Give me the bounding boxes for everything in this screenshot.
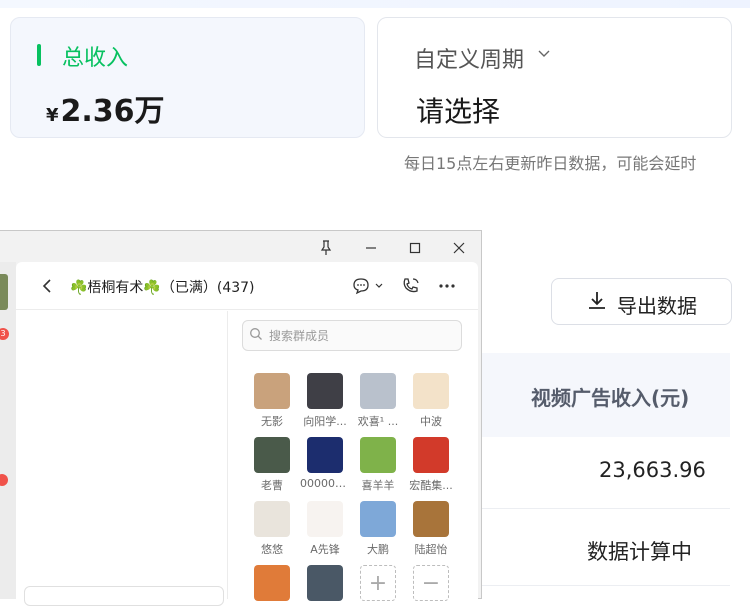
column-header-video-ad-income: 视频广告收入(元) <box>531 386 690 410</box>
phone-icon[interactable] <box>401 277 421 295</box>
member-name: 大鹏 <box>367 543 389 556</box>
search-placeholder: 搜索群成员 <box>269 329 330 343</box>
more-options-icon[interactable] <box>437 277 457 295</box>
avatar <box>307 501 343 537</box>
member-item[interactable]: 000000... <box>300 437 350 490</box>
minus-icon: − <box>413 565 449 601</box>
maximize-icon[interactable] <box>405 238 425 258</box>
member-item[interactable]: 悠悠 <box>247 501 297 557</box>
income-title: 总收入 <box>62 46 129 71</box>
search-icon <box>250 328 262 340</box>
member-item[interactable]: 无影 <box>247 373 297 429</box>
member-item[interactable]: 老曹 <box>247 437 297 493</box>
member-name: 宏酷集... <box>409 479 453 492</box>
income-accent-bar <box>37 44 41 66</box>
close-icon[interactable] <box>449 238 469 258</box>
member-item[interactable]: 向阳学... <box>300 373 350 429</box>
chat-bubble-icon[interactable] <box>352 277 386 295</box>
avatar[interactable] <box>0 274 8 310</box>
income-value: ¥2.36万 <box>46 86 165 130</box>
chevron-down-icon[interactable] <box>538 47 550 59</box>
member-item[interactable]: 陆超怡 <box>406 501 456 557</box>
avatar <box>413 437 449 473</box>
group-chat-title: ☘️梧桐有术☘️（已满）(437) <box>70 280 255 296</box>
plus-icon: + <box>360 565 396 601</box>
avatar <box>413 373 449 409</box>
remove-member-button[interactable]: − <box>406 565 456 601</box>
period-select-value[interactable]: 请选择 <box>416 90 500 130</box>
member-name: 欢喜¹ ... <box>357 415 399 428</box>
member-item[interactable]: 宏酷集... <box>406 437 456 493</box>
download-icon <box>589 292 605 309</box>
avatar <box>254 437 290 473</box>
avatar <box>360 501 396 537</box>
currency-symbol: ¥ <box>46 105 59 126</box>
pin-icon[interactable] <box>316 238 336 258</box>
member-item[interactable]: 大鹏 <box>353 501 403 557</box>
table-cell: 23,663.96 <box>599 458 706 482</box>
member-name: 000000... <box>300 477 350 490</box>
avatar <box>307 373 343 409</box>
member-item[interactable] <box>300 565 350 601</box>
member-name: 中波 <box>420 415 442 428</box>
table-cell: 数据计算中 <box>587 540 692 564</box>
add-member-button[interactable]: + <box>353 565 403 601</box>
member-name: 悠悠 <box>261 543 283 556</box>
update-note: 每日15点左右更新昨日数据，可能会延时 <box>404 154 697 173</box>
avatar <box>360 437 396 473</box>
message-input[interactable] <box>24 586 224 606</box>
member-name: 向阳学... <box>303 415 347 428</box>
avatar <box>307 437 343 473</box>
conversation-list-edge <box>0 262 16 599</box>
member-name: 无影 <box>261 415 283 428</box>
row-divider <box>480 585 730 586</box>
member-item[interactable] <box>247 565 297 601</box>
income-amount: 2.36万 <box>60 94 165 129</box>
avatar <box>254 501 290 537</box>
row-divider <box>480 508 730 509</box>
avatar <box>254 373 290 409</box>
member-name: 喜羊羊 <box>361 479 395 492</box>
back-icon[interactable] <box>40 278 54 294</box>
member-item[interactable]: A先锋 <box>300 501 350 557</box>
member-item[interactable]: 喜羊羊 <box>353 437 403 493</box>
period-title: 自定义周期 <box>414 48 525 73</box>
member-item[interactable]: 欢喜¹ ... <box>353 373 403 429</box>
member-name: 陆超怡 <box>414 543 448 556</box>
member-name: A先锋 <box>310 543 340 556</box>
avatar <box>254 565 290 601</box>
member-item[interactable]: 中波 <box>406 373 456 429</box>
top-strip <box>0 0 750 8</box>
message-area[interactable] <box>16 311 228 599</box>
export-data-label: 导出数据 <box>617 294 697 318</box>
avatar <box>307 565 343 601</box>
member-name: 老曹 <box>261 479 283 492</box>
minimize-icon[interactable] <box>361 238 381 258</box>
avatar <box>360 373 396 409</box>
avatar <box>413 501 449 537</box>
